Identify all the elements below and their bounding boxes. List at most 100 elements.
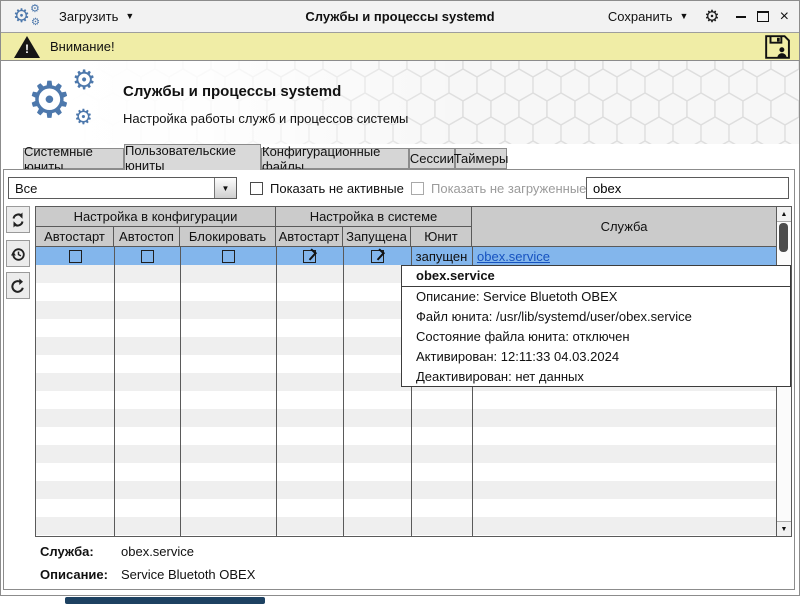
app-logo-gears: ⚙ ⚙ ⚙ — [27, 67, 107, 137]
tooltip-line: Состояние файла юнита: отключен — [402, 327, 790, 347]
save-button-label: Сохранить — [608, 9, 673, 24]
page-header: ⚙ ⚙ ⚙ Службы и процессы systemd Настройк… — [1, 61, 799, 144]
taskbar-fragment[interactable] — [65, 597, 265, 604]
header-service: Служба — [472, 207, 776, 247]
cell-autostart-system — [276, 247, 343, 265]
header-running: Запущена — [343, 227, 411, 247]
table-row-selected[interactable]: запущен obex.service — [36, 247, 776, 265]
grid-line — [114, 247, 115, 536]
reload-button[interactable] — [6, 272, 30, 299]
grid-line — [276, 247, 277, 536]
history-button[interactable] — [6, 240, 30, 267]
header-autostart-system: Автостарт — [276, 227, 343, 247]
tooltip-line: Описание: Service Bluetoth OBEX — [402, 287, 790, 307]
warning-text: Внимание! — [50, 39, 115, 54]
combobox-value: Все — [9, 181, 214, 196]
tab-label: Сессии — [410, 151, 454, 166]
filter-combobox[interactable]: Все ▼ — [8, 177, 237, 199]
checkbox-label: Показать не загруженные — [431, 181, 586, 196]
scrollbar-thumb[interactable] — [779, 223, 788, 252]
autostop-checkbox[interactable] — [141, 250, 154, 263]
page-title: Службы и процессы systemd — [123, 83, 408, 100]
header-block: Блокировать — [180, 227, 276, 247]
search-input[interactable] — [586, 177, 789, 199]
settings-gear-button[interactable]: ⚙ — [704, 8, 719, 25]
checkbox-box[interactable] — [250, 182, 263, 195]
service-link[interactable]: obex.service — [477, 249, 550, 264]
service-tooltip: obex.service Описание: Service Bluetoth … — [401, 265, 791, 387]
scroll-down-button[interactable]: ▼ — [777, 521, 791, 536]
status-description-value: Service Bluetoth OBEX — [121, 567, 255, 582]
header-unit: Юнит — [411, 227, 472, 247]
save-button[interactable]: Сохранить ▼ — [608, 9, 689, 24]
gear-icon: ⚙ — [13, 7, 30, 26]
show-unloaded-checkbox-disabled: Показать не загруженные — [411, 178, 586, 198]
header-text: Службы и процессы systemd Настройка рабо… — [123, 83, 408, 126]
cell-autostop — [114, 247, 180, 265]
show-inactive-checkbox[interactable]: Показать не активные — [250, 178, 404, 198]
cell-running — [343, 247, 411, 265]
close-button[interactable]: × — [780, 9, 789, 25]
header-autostop: Автостоп — [114, 227, 180, 247]
block-checkbox[interactable] — [222, 250, 235, 263]
tab-timers[interactable]: Таймеры — [455, 148, 507, 169]
status-service-label: Служба: — [40, 544, 94, 559]
header-group-config: Настройка в конфигурации — [36, 207, 276, 227]
gear-icon: ⚙ — [27, 75, 72, 125]
tooltip-line: Файл юнита: /usr/lib/systemd/user/obex.s… — [402, 307, 790, 327]
window-controls: × — [736, 9, 789, 25]
maximize-button[interactable] — [757, 11, 769, 22]
save-report-button[interactable] — [764, 35, 790, 59]
combobox-dropdown-button[interactable]: ▼ — [214, 178, 236, 198]
title-bar: ⚙ ⚙ ⚙ Загрузить ▼ Службы и процессы syst… — [1, 1, 799, 33]
tab-label: Таймеры — [454, 151, 509, 166]
cell-autostart-config — [36, 247, 114, 265]
clock-undo-icon — [10, 246, 26, 262]
load-button-label: Загрузить — [59, 9, 118, 24]
warning-bar: ! Внимание! — [1, 33, 799, 61]
status-service-value: obex.service — [121, 544, 194, 559]
window-title: Службы и процессы systemd — [201, 9, 599, 24]
header-autostart-config: Автостарт — [36, 227, 114, 247]
header-group-system: Настройка в системе — [276, 207, 472, 227]
scroll-up-button[interactable]: ▲ — [777, 207, 791, 222]
caret-down-icon: ▼ — [679, 12, 688, 21]
gear-icon: ⚙ — [74, 107, 93, 128]
gear-icon: ⚙ — [72, 67, 96, 94]
tab-config-files[interactable]: Конфигурационные файлы — [261, 148, 409, 169]
grid-line — [180, 247, 181, 536]
screen: ⚙ ⚙ ⚙ Загрузить ▼ Службы и процессы syst… — [0, 0, 800, 604]
cell-block — [180, 247, 276, 265]
autostart-config-checkbox[interactable] — [69, 250, 82, 263]
tab-label: Пользовательские юниты — [125, 143, 260, 173]
arrow-down-icon: ▼ — [781, 526, 788, 533]
gear-icon: ⚙ — [30, 4, 40, 15]
gear-icon: ⚙ — [31, 18, 40, 28]
page-subtitle: Настройка работы служб и процессов систе… — [123, 111, 408, 126]
load-button[interactable]: Загрузить ▼ — [59, 9, 134, 24]
status-description-label: Описание: — [40, 567, 108, 582]
arrow-up-icon: ▲ — [781, 211, 788, 218]
cell-service: obex.service — [472, 247, 776, 265]
checkbox-label: Показать не активные — [270, 181, 404, 196]
autostart-system-checkbox[interactable] — [303, 250, 316, 263]
checkbox-box — [411, 182, 424, 195]
caret-down-icon: ▼ — [222, 184, 230, 193]
floppy-save-icon — [764, 35, 790, 59]
tab-system-units[interactable]: Системные юниты — [23, 148, 124, 169]
warning-icon: ! — [14, 36, 40, 58]
tab-sessions[interactable]: Сессии — [409, 148, 455, 169]
sync-arrows-icon — [10, 212, 26, 228]
tooltip-title: obex.service — [402, 266, 790, 287]
app-window: ⚙ ⚙ ⚙ Загрузить ▼ Службы и процессы syst… — [0, 0, 800, 596]
tab-user-units[interactable]: Пользовательские юниты — [124, 144, 261, 170]
redo-arrow-icon — [10, 278, 26, 294]
refresh-button[interactable] — [6, 206, 30, 233]
tooltip-line: Активирован: 12:11:33 04.03.2024 — [402, 347, 790, 367]
minimize-button[interactable] — [736, 16, 746, 18]
grid-line — [343, 247, 344, 536]
running-checkbox[interactable] — [371, 250, 384, 263]
app-gears-icon: ⚙ ⚙ ⚙ — [13, 4, 45, 30]
caret-down-icon: ▼ — [125, 12, 134, 21]
cell-unit-state: запущен — [411, 247, 472, 265]
